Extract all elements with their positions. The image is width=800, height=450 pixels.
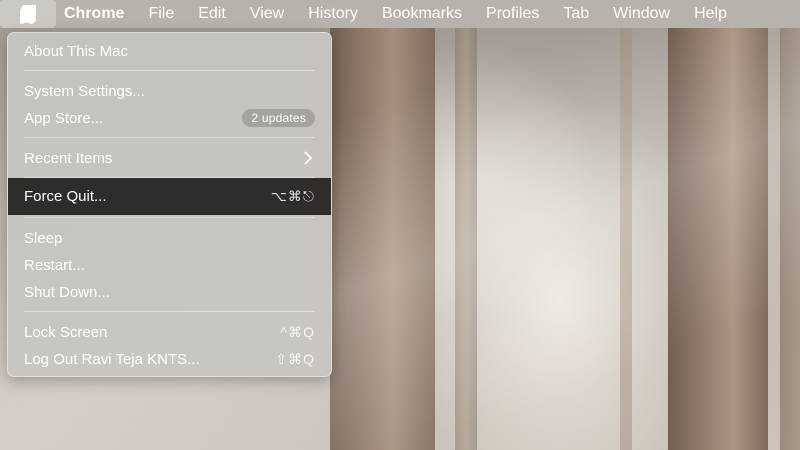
menubar-app-name[interactable]: Chrome bbox=[56, 0, 136, 28]
menu-item-label: App Store... bbox=[24, 109, 104, 127]
menu-item-shut-down[interactable]: Shut Down... bbox=[8, 279, 331, 305]
keyboard-shortcut: ⇧⌘Q bbox=[275, 350, 315, 367]
desktop: Chrome File Edit View History Bookmarks … bbox=[0, 0, 800, 450]
wallpaper-tree bbox=[620, 28, 632, 450]
wallpaper-tree bbox=[455, 28, 477, 450]
menubar-view[interactable]: View bbox=[238, 0, 296, 28]
wallpaper-tree bbox=[780, 28, 800, 450]
menubar-window[interactable]: Window bbox=[601, 0, 682, 28]
apple-menu-button[interactable] bbox=[0, 0, 56, 28]
menu-item-recent-items[interactable]: Recent Items bbox=[8, 145, 331, 171]
apple-dropdown-menu: About This Mac System Settings... App St… bbox=[7, 32, 332, 377]
menu-item-label: Recent Items bbox=[24, 149, 113, 167]
menu-item-label: Lock Screen bbox=[24, 323, 108, 341]
menubar-bookmarks[interactable]: Bookmarks bbox=[370, 0, 474, 28]
menu-item-about-this-mac[interactable]: About This Mac bbox=[8, 38, 331, 64]
menubar-help[interactable]: Help bbox=[682, 0, 739, 28]
menu-bar: Chrome File Edit View History Bookmarks … bbox=[0, 0, 800, 28]
keyboard-shortcut: ^⌘Q bbox=[280, 323, 315, 340]
menu-item-sleep[interactable]: Sleep bbox=[8, 225, 331, 251]
menu-item-label: Log Out Ravi Teja KNTS... bbox=[24, 350, 200, 368]
menu-separator bbox=[24, 137, 315, 138]
menu-item-app-store[interactable]: App Store... 2 updates bbox=[8, 105, 331, 131]
menu-item-label: Sleep bbox=[24, 229, 63, 247]
wallpaper-tree bbox=[668, 28, 768, 450]
menu-item-lock-screen[interactable]: Lock Screen ^⌘Q bbox=[8, 319, 331, 345]
menu-separator bbox=[24, 311, 315, 312]
menu-separator bbox=[24, 70, 315, 71]
menubar-file[interactable]: File bbox=[136, 0, 186, 28]
menu-item-restart[interactable]: Restart... bbox=[8, 252, 331, 278]
menu-item-label: System Settings... bbox=[24, 82, 145, 100]
chevron-right-icon bbox=[301, 151, 315, 165]
menubar-edit[interactable]: Edit bbox=[186, 0, 238, 28]
menu-item-label: About This Mac bbox=[24, 42, 128, 60]
menu-item-label: Restart... bbox=[24, 256, 85, 274]
apple-logo-icon bbox=[20, 4, 36, 24]
menubar-history[interactable]: History bbox=[296, 0, 370, 28]
menu-item-system-settings[interactable]: System Settings... bbox=[8, 78, 331, 104]
menubar-profiles[interactable]: Profiles bbox=[474, 0, 551, 28]
menu-separator bbox=[24, 217, 315, 218]
menu-item-label: Force Quit... bbox=[24, 188, 107, 205]
keyboard-shortcut: ⌥⌘⎋ bbox=[270, 188, 315, 204]
menu-item-label: Shut Down... bbox=[24, 283, 110, 301]
updates-badge: 2 updates bbox=[242, 109, 315, 127]
menu-item-log-out[interactable]: Log Out Ravi Teja KNTS... ⇧⌘Q bbox=[8, 346, 331, 372]
menu-item-force-quit[interactable]: Force Quit... ⌥⌘⎋ bbox=[8, 178, 331, 215]
menubar-tab[interactable]: Tab bbox=[551, 0, 601, 28]
wallpaper-tree bbox=[330, 28, 435, 450]
